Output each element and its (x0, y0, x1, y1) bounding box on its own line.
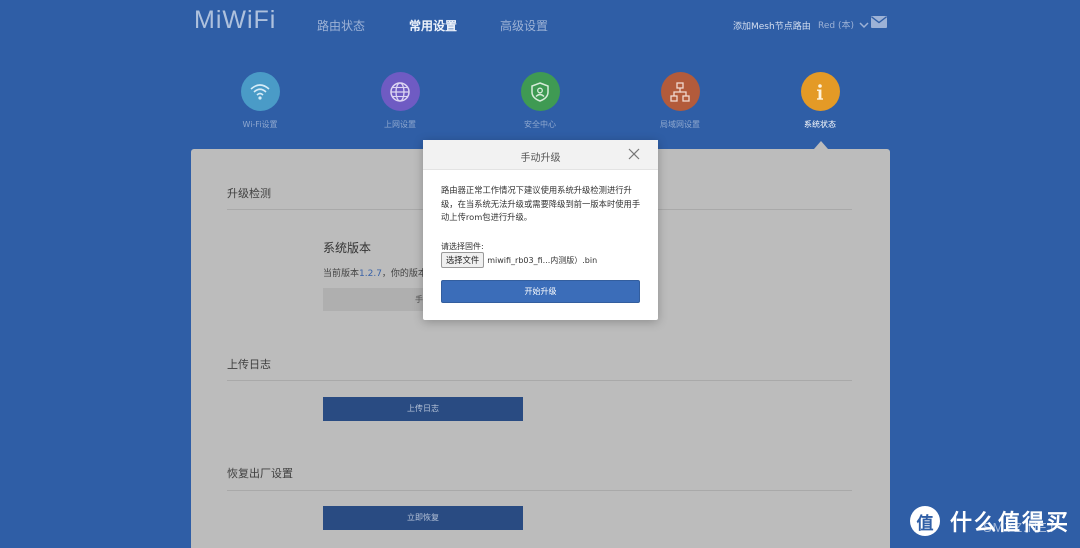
dialog-description: 路由器正常工作情况下建议使用系统升级检测进行升级，在当系统无法升级或需要降级到前… (441, 185, 641, 222)
nav-common-settings[interactable]: 常用设置 (409, 17, 457, 34)
miwifi-logo[interactable]: MiWiFi (194, 6, 276, 35)
choose-file-button[interactable]: 选择文件 (441, 252, 485, 268)
user-name: Red (本) (818, 21, 854, 31)
current-version-prefix: 当前版本 (323, 269, 360, 279)
category-label: 上网设置 (384, 120, 416, 129)
watermark-logo: 值 (910, 506, 940, 536)
top-header: MiWiFi 路由状态 常用设置 高级设置 添加Mesh节点路由 Red (本) (0, 0, 1080, 50)
reset-now-button[interactable]: 立即恢复 (323, 506, 523, 530)
category-label: Wi-Fi设置 (242, 120, 278, 129)
current-version-text: 当前版本1.2.7，你的版本是 (323, 266, 436, 279)
section-divider (227, 380, 852, 381)
start-upgrade-button[interactable]: 开始升级 (441, 280, 640, 303)
add-mesh-node-link[interactable]: 添加Mesh节点路由 (733, 19, 811, 32)
info-icon (800, 72, 840, 111)
category-label: 安全中心 (524, 120, 556, 129)
mail-icon[interactable] (871, 16, 887, 28)
wifi-icon (240, 72, 280, 111)
upgrade-check-title: 升级检测 (227, 187, 271, 200)
manual-upgrade-dialog: 手动升级 路由器正常工作情况下建议使用系统升级检测进行升级，在当系统无法升级或需… (423, 140, 658, 320)
section-divider (227, 490, 852, 491)
watermark-sub: SMYZ.NET (983, 520, 1057, 535)
globe-icon (380, 72, 420, 111)
network-icon (660, 72, 700, 111)
category-lan-settings[interactable]: 局域网设置 (630, 72, 730, 130)
selected-file-name: miwifi_rb03_fi...内测版）.bin (487, 255, 598, 265)
factory-reset-title: 恢复出厂设置 (227, 467, 293, 480)
dialog-title: 手动升级 (520, 153, 561, 164)
system-version-title: 系统版本 (323, 241, 372, 255)
active-category-pointer (814, 141, 828, 149)
user-menu[interactable]: Red (本) (818, 18, 870, 31)
firmware-file-picker: 选择文件 miwifi_rb03_fi...内测版）.bin (441, 252, 597, 268)
category-internet-settings[interactable]: 上网设置 (350, 72, 450, 130)
nav-router-status[interactable]: 路由状态 (317, 17, 365, 34)
category-label: 系统状态 (804, 120, 836, 129)
dialog-header: 手动升级 (423, 140, 658, 170)
category-wifi-settings[interactable]: Wi-Fi设置 (210, 72, 310, 130)
firmware-file-label: 请选择固件: (441, 242, 484, 251)
category-system-status[interactable]: 系统状态 (770, 72, 870, 130)
chevron-down-icon (859, 21, 869, 28)
current-version-number: 1.2.7 (359, 269, 382, 279)
close-icon[interactable] (628, 148, 640, 160)
upload-log-title: 上传日志 (227, 358, 271, 371)
upload-log-button[interactable]: 上传日志 (323, 397, 523, 421)
shield-icon (520, 72, 560, 111)
category-label: 局域网设置 (660, 120, 700, 129)
nav-advanced-settings[interactable]: 高级设置 (500, 17, 548, 34)
category-security-center[interactable]: 安全中心 (490, 72, 590, 130)
